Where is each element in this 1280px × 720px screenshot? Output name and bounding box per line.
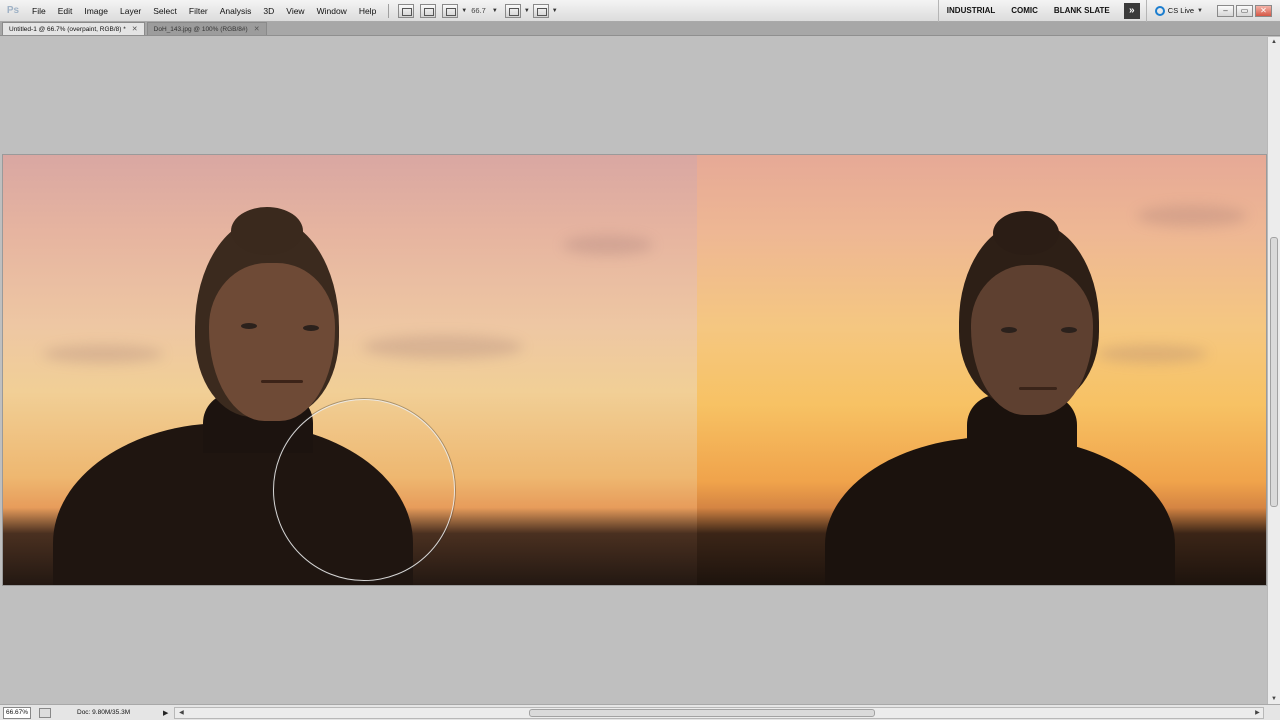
view-extras-button[interactable] xyxy=(442,3,459,18)
tab-doh-143[interactable]: DoH_143.jpg @ 100% (RGB/8#) ✕ xyxy=(146,22,267,36)
chevron-down-icon: ▼ xyxy=(1197,7,1203,14)
brush-cursor xyxy=(273,399,455,581)
tab-label: Untitled-1 @ 66.7% (overpaint, RGB/8) * xyxy=(9,25,126,33)
zoom-level-dropdown[interactable]: 66.7 ▼ xyxy=(467,6,502,15)
face xyxy=(971,265,1093,415)
more-workspaces-button[interactable]: » xyxy=(1123,2,1140,19)
zoom-level-value: 66.7 xyxy=(471,6,486,15)
tab-untitled-1[interactable]: Untitled-1 @ 66.7% (overpaint, RGB/8) * … xyxy=(2,22,145,35)
scroll-right-icon[interactable]: ▶ xyxy=(1251,709,1263,716)
cloud xyxy=(1137,205,1247,227)
mouth xyxy=(1019,387,1057,390)
close-icon[interactable]: ✕ xyxy=(254,23,260,36)
restore-button[interactable]: ▭ xyxy=(1236,4,1253,17)
vertical-scroll-thumb[interactable] xyxy=(1270,237,1278,507)
right-eye xyxy=(303,325,319,331)
minimize-button[interactable]: – xyxy=(1217,4,1234,17)
scroll-left-icon[interactable]: ◀ xyxy=(175,709,187,716)
chevron-down-icon[interactable]: ▼ xyxy=(552,8,558,14)
document-image[interactable] xyxy=(3,155,1266,585)
launch-mini-bridge-button[interactable] xyxy=(420,3,437,18)
separator xyxy=(388,3,390,18)
reference-photo xyxy=(697,155,1266,585)
status-menu-arrow-icon[interactable]: ▶ xyxy=(163,709,168,717)
application-bar: Ps File Edit Image Layer Select Filter A… xyxy=(0,0,1280,22)
menu-view[interactable]: View xyxy=(280,0,310,22)
scroll-up-icon[interactable]: ▲ xyxy=(1268,39,1280,45)
screen-mode-button[interactable] xyxy=(532,3,549,18)
document-size-info: Doc: 9.80M/35.3M xyxy=(77,709,131,716)
arrange-documents-button[interactable] xyxy=(504,3,521,18)
workspace-industrial[interactable]: INDUSTRIAL xyxy=(939,0,1003,22)
menu-edit[interactable]: Edit xyxy=(52,0,79,22)
horizontal-scroll-thumb[interactable] xyxy=(529,708,876,717)
close-icon[interactable]: ✕ xyxy=(132,23,138,36)
status-preview-icon[interactable] xyxy=(39,707,51,718)
menu-window[interactable]: Window xyxy=(311,0,353,22)
left-eye xyxy=(1001,327,1017,333)
workspace-blank-slate[interactable]: BLANK SLATE xyxy=(1046,0,1118,22)
document-tab-bar: Untitled-1 @ 66.7% (overpaint, RGB/8) * … xyxy=(0,22,1280,36)
cs-live-icon xyxy=(1154,5,1165,16)
menu-filter[interactable]: Filter xyxy=(183,0,214,22)
menu-select[interactable]: Select xyxy=(147,0,183,22)
workspace-comic[interactable]: COMIC xyxy=(1003,0,1046,22)
document-canvas[interactable] xyxy=(0,37,1267,704)
scroll-down-icon[interactable]: ▼ xyxy=(1268,696,1280,702)
cloud xyxy=(563,235,653,255)
cloud xyxy=(363,335,523,359)
menu-analysis[interactable]: Analysis xyxy=(214,0,258,22)
tab-label: DoH_143.jpg @ 100% (RGB/8#) xyxy=(153,25,248,33)
cs-live-label: CS Live xyxy=(1167,6,1195,15)
hair-bun xyxy=(231,207,303,255)
double-chevron-icon: » xyxy=(1129,5,1135,16)
face xyxy=(209,263,335,421)
jacket xyxy=(825,437,1175,585)
mouth xyxy=(261,380,303,383)
hair-bun xyxy=(993,211,1059,255)
cloud xyxy=(1097,345,1207,363)
right-eye xyxy=(1061,327,1077,333)
chevron-down-icon[interactable]: ▼ xyxy=(524,8,530,14)
vertical-scrollbar[interactable]: ▲ ▼ xyxy=(1267,37,1280,704)
close-button[interactable]: ✕ xyxy=(1255,4,1272,17)
chevron-down-icon: ▼ xyxy=(491,7,498,14)
left-eye xyxy=(241,323,257,329)
menu-image[interactable]: Image xyxy=(78,0,114,22)
menu-help[interactable]: Help xyxy=(353,0,382,22)
cs-live-button[interactable]: CS Live ▼ xyxy=(1147,5,1211,16)
menu-file[interactable]: File xyxy=(26,0,52,22)
painted-portrait xyxy=(3,155,697,585)
cloud xyxy=(43,345,163,363)
window-controls: – ▭ ✕ xyxy=(1217,4,1272,17)
menu-3d[interactable]: 3D xyxy=(257,0,280,22)
launch-bridge-button[interactable] xyxy=(398,3,415,18)
zoom-percentage-field[interactable]: 66.67% xyxy=(3,706,31,719)
horizontal-scrollbar[interactable]: ◀ ▶ xyxy=(174,706,1265,719)
photoshop-logo: Ps xyxy=(6,5,20,16)
menu-layer[interactable]: Layer xyxy=(114,0,147,22)
status-bar: 66.67% Doc: 9.80M/35.3M ▶ ◀ ▶ xyxy=(0,704,1280,720)
main-menu: File Edit Image Layer Select Filter Anal… xyxy=(26,0,382,22)
